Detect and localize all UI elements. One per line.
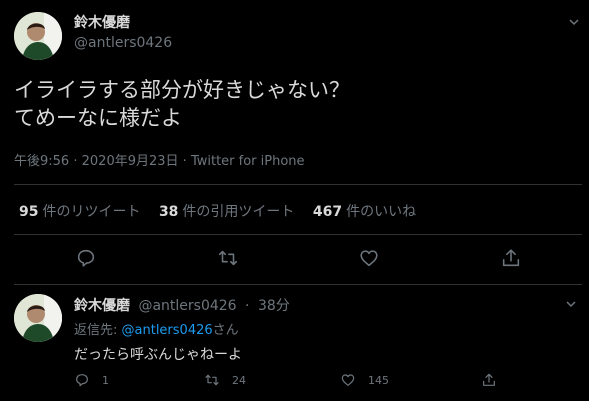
like-icon [341,374,355,386]
divider [14,184,582,185]
reply-text: だったら呼ぶんじゃねーよ [74,347,242,363]
share-icon[interactable] [500,247,522,269]
reply-actions: 1 24 145 [0,372,589,390]
share-action[interactable] [481,372,509,388]
separator: · [245,298,250,314]
retweets-count: 95 [19,204,39,220]
retweet-action[interactable]: 24 [204,372,246,388]
tweet-header: 鈴木優磨 @antlers0426 [14,12,584,60]
retweet-icon[interactable] [217,247,239,269]
avatar[interactable] [14,294,62,342]
quotes-label: 件の引用ツイート [182,204,295,220]
handle[interactable]: @antlers0426 [138,298,236,314]
avatar[interactable] [14,12,62,60]
reply-count: 1 [102,373,109,387]
retweet-count: 24 [232,373,246,387]
separator: · [73,154,78,169]
separator: · [182,154,187,169]
likes-label: 件のいいね [346,204,417,220]
reply-to-prefix: 返信先: [74,323,122,338]
tweet-text-line: イライラする部分が好きじゃない？ [14,78,350,102]
reply-action[interactable]: 1 [74,372,109,388]
display-name[interactable]: 鈴木優磨 [74,298,130,314]
reply-to-mention[interactable]: @antlers0426 [122,323,213,338]
handle[interactable]: @antlers0426 [74,34,172,52]
reply-tweet[interactable]: 鈴木優磨 @antlers0426 · 38分 返信先: @antlers042… [0,284,589,401]
tweet-page: 鈴木優磨 @antlers0426 イライラする部分が好きじゃない？ てめーなに… [0,0,589,401]
tweet-actions [0,247,589,271]
tweet-stats: 95 件のリツイート 38 件の引用ツイート 467 件のいいね [19,201,430,221]
retweets-label: 件のリツイート [42,204,141,220]
tweet-source[interactable]: Twitter for iPhone [191,154,305,169]
tweet-text: イライラする部分が好きじゃない？ てめーなに様だよ [14,76,574,132]
reply-to-suffix: さん [212,323,239,338]
reply-age[interactable]: 38分 [258,298,290,314]
retweet-icon [205,374,219,386]
likes-stat[interactable]: 467 件のいいね [313,201,416,221]
reply-header: 鈴木優磨 @antlers0426 · 38分 [74,295,290,315]
quotes-stat[interactable]: 38 件の引用ツイート [159,201,294,221]
tweet-time[interactable]: 午後9:56 [14,154,69,169]
chevron-down-icon[interactable] [568,16,580,30]
reply-to: 返信先: @antlers0426さん [74,319,239,338]
divider [14,234,582,235]
chevron-down-icon[interactable] [565,298,577,312]
tweet-date[interactable]: 2020年9月23日 [82,154,179,169]
display-name[interactable]: 鈴木優磨 [74,14,172,32]
likes-count: 467 [312,204,343,220]
reply-icon[interactable] [75,247,97,269]
like-icon[interactable] [358,247,380,269]
share-icon [483,373,495,386]
retweets-stat[interactable]: 95 件のリツイート [19,201,140,221]
user-block: 鈴木優磨 @antlers0426 [74,14,172,52]
quotes-count: 38 [158,204,179,220]
reply-icon [76,374,88,387]
like-count: 145 [368,373,389,387]
tweet-meta: 午後9:56 · 2020年9月23日 · Twitter for iPhone [14,150,305,169]
like-action[interactable]: 145 [340,372,389,388]
tweet-text-line: てめーなに様だよ [14,106,182,130]
